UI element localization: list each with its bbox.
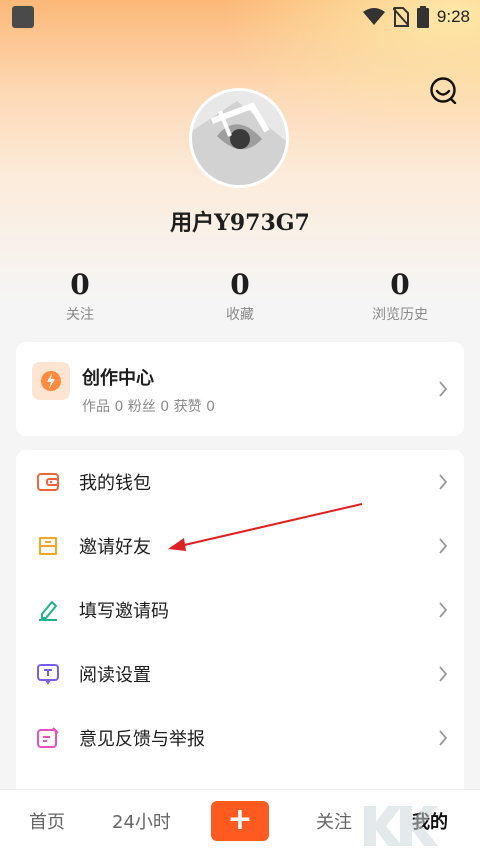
chevron-right-icon bbox=[439, 381, 448, 397]
app-notification-icon bbox=[12, 6, 34, 28]
lightning-icon bbox=[32, 362, 70, 400]
status-bar: 9:28 bbox=[0, 0, 480, 34]
stats-row: 0 关注 0 收藏 0 浏览历史 bbox=[0, 268, 480, 328]
status-time: 9:28 bbox=[436, 7, 470, 26]
menu-label: 填写邀请码 bbox=[79, 601, 169, 622]
nav-follow[interactable]: 关注 bbox=[316, 808, 352, 834]
menu-label: 阅读设置 bbox=[79, 665, 151, 686]
watermark-logo bbox=[364, 806, 438, 846]
creator-stats: 作品 0 粉丝 0 获赞 0 bbox=[82, 399, 215, 415]
stat-label: 收藏 bbox=[226, 307, 254, 323]
chevron-right-icon bbox=[439, 602, 448, 618]
wifi-icon bbox=[362, 8, 385, 25]
stat-value: 0 bbox=[230, 268, 250, 301]
stat-value: 0 bbox=[70, 268, 90, 301]
menu-item-feedback-report[interactable]: 意见反馈与举报 bbox=[16, 706, 464, 770]
pencil-icon bbox=[39, 601, 57, 621]
feedback-icon bbox=[37, 727, 59, 748]
stat-label: 浏览历史 bbox=[372, 307, 428, 323]
avatar-image bbox=[192, 91, 286, 185]
nav-home[interactable]: 首页 bbox=[29, 808, 65, 834]
creator-center-card[interactable]: 创作中心 作品 0 粉丝 0 获赞 0 bbox=[16, 342, 464, 436]
chevron-right-icon bbox=[439, 730, 448, 746]
username: 用户Y973G7 bbox=[170, 210, 310, 236]
nav-24-hours[interactable]: 24小时 bbox=[112, 808, 171, 834]
no-sim-icon bbox=[392, 7, 409, 27]
smiley-service-icon[interactable] bbox=[429, 76, 457, 104]
chevron-right-icon bbox=[439, 538, 448, 554]
invite-icon bbox=[39, 537, 57, 555]
menu-item-reading-settings[interactable]: 阅读设置 bbox=[16, 642, 464, 706]
status-right: 9:28 bbox=[362, 5, 470, 29]
reading-settings-icon bbox=[37, 664, 59, 685]
menu-label: 邀请好友 bbox=[79, 537, 151, 558]
wallet-icon bbox=[37, 473, 59, 491]
stat-value: 0 bbox=[390, 268, 410, 301]
add-post-button[interactable]: + bbox=[211, 801, 269, 841]
stat-favorites[interactable]: 0 收藏 bbox=[160, 268, 320, 324]
creator-title: 创作中心 bbox=[82, 368, 154, 389]
menu-label: 意见反馈与举报 bbox=[79, 729, 205, 750]
annotation-arrow bbox=[168, 503, 363, 551]
stat-following[interactable]: 0 关注 bbox=[0, 268, 160, 324]
battery-icon bbox=[416, 6, 429, 28]
menu-item-enter-invite-code[interactable]: 填写邀请码 bbox=[16, 578, 464, 642]
chevron-right-icon bbox=[439, 474, 448, 490]
chevron-right-icon bbox=[439, 666, 448, 682]
avatar[interactable] bbox=[189, 88, 289, 188]
menu-label: 我的钱包 bbox=[79, 473, 151, 494]
stat-history[interactable]: 0 浏览历史 bbox=[320, 268, 480, 324]
stat-label: 关注 bbox=[66, 307, 94, 323]
